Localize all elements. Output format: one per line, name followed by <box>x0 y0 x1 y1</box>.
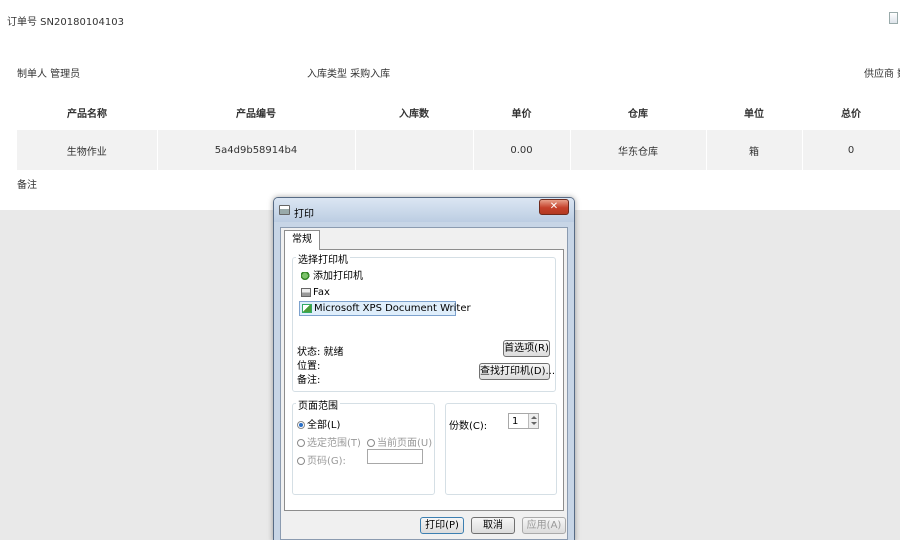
range-current-radio[interactable]: 当前页面(U) <box>367 434 432 449</box>
chevron-up-icon[interactable] <box>531 416 537 419</box>
column-header-product-code: 产品编号 <box>157 95 355 130</box>
printer-item-add[interactable]: 添加打印机 <box>301 270 363 285</box>
column-header-total: 总价 <box>802 95 900 130</box>
fax-icon <box>301 287 311 297</box>
find-printer-button[interactable]: 查找打印机(D)... <box>479 363 555 380</box>
column-header-unit: 单位 <box>706 95 802 130</box>
printer-icon <box>279 205 290 215</box>
copies-label: 份数(C): <box>449 421 488 432</box>
chevron-down-icon[interactable] <box>531 422 537 425</box>
order-page: 订单号 SN20180104103 制单人 管理员 入库类型 采购入库 供应商 … <box>0 0 900 210</box>
table-row: 生物作业 5a4d9b58914b4 0.00 华东仓库 箱 0 <box>17 130 900 170</box>
copies-group: 份数(C): 1 <box>445 403 557 495</box>
cancel-button[interactable]: 取消 <box>471 517 515 534</box>
range-all-radio[interactable]: 全部(L) <box>297 416 340 431</box>
printer-item-label: Fax <box>313 287 330 298</box>
spin-buttons[interactable] <box>528 414 538 428</box>
print-dialog: 打印 ✕ 常规 选择打印机 添加打印机 Fax Microsoft XPS Do… <box>273 197 575 540</box>
printer-comment: 备注: <box>297 375 321 386</box>
column-header-product-name: 产品名称 <box>17 95 157 130</box>
radio-checked-icon <box>297 421 305 429</box>
pages-input[interactable] <box>367 449 423 464</box>
radio-label: 当前页面(U) <box>377 438 433 449</box>
column-header-quantity: 入库数 <box>355 95 473 130</box>
product-table: 产品名称 产品编号 入库数 单价 仓库 单位 总价 生物作业 5a4d9b589… <box>17 95 900 170</box>
radio-icon <box>297 439 305 447</box>
cell-quantity <box>355 130 474 170</box>
close-button[interactable]: ✕ <box>539 199 569 215</box>
printer-status: 状态: 就绪 <box>297 347 344 358</box>
radio-label: 选定范围(T) <box>307 438 361 449</box>
radio-icon <box>297 457 305 465</box>
order-number: 订单号 SN20180104103 <box>7 17 124 28</box>
radio-label: 全部(L) <box>307 420 341 431</box>
maker-label: 制单人 管理员 <box>17 69 81 80</box>
cell-total: 0 <box>802 130 900 170</box>
inbound-type-label: 入库类型 采购入库 <box>307 69 391 80</box>
page-range-label: 页面范围 <box>296 397 340 412</box>
cell-product-code: 5a4d9b58914b4 <box>157 130 356 170</box>
copies-value: 1 <box>512 416 519 427</box>
page-range-group: 页面范围 全部(L) 选定范围(T) 当前页面(U) 页码(G): <box>292 397 435 495</box>
add-printer-icon <box>301 271 311 281</box>
copies-stepper[interactable]: 1 <box>508 413 539 429</box>
general-tab-panel: 选择打印机 添加打印机 Fax Microsoft XPS Document W… <box>284 249 564 511</box>
preferences-button[interactable]: 首选项(R) <box>503 340 550 357</box>
cell-warehouse: 华东仓库 <box>570 130 707 170</box>
table-header-row: 产品名称 产品编号 入库数 单价 仓库 单位 总价 <box>17 95 900 130</box>
cell-unit: 箱 <box>706 130 803 170</box>
document-icon[interactable] <box>889 12 898 24</box>
apply-button[interactable]: 应用(A) <box>522 517 566 534</box>
tab-general[interactable]: 常规 <box>284 230 320 250</box>
radio-label: 页码(G): <box>307 456 346 467</box>
printer-location: 位置: <box>297 361 321 372</box>
column-header-warehouse: 仓库 <box>570 95 706 130</box>
supplier-label: 供应商 数 <box>864 69 900 80</box>
printer-item-label: Microsoft XPS Document Writer <box>314 303 471 314</box>
range-pages-radio[interactable]: 页码(G): <box>297 452 346 467</box>
printer-item-fax[interactable]: Fax <box>301 286 330 301</box>
xps-printer-icon <box>302 303 312 313</box>
remark-label: 备注 <box>17 180 37 191</box>
select-printer-label: 选择打印机 <box>296 251 350 266</box>
radio-icon <box>367 439 375 447</box>
print-button[interactable]: 打印(P) <box>420 517 464 534</box>
dialog-title: 打印 <box>294 209 314 220</box>
cell-product-name: 生物作业 <box>17 130 158 170</box>
column-header-unit-price: 单价 <box>473 95 570 130</box>
dialog-titlebar[interactable]: 打印 ✕ <box>274 198 574 222</box>
range-selection-radio[interactable]: 选定范围(T) <box>297 434 361 449</box>
printer-item-xps[interactable]: Microsoft XPS Document Writer <box>299 301 471 316</box>
dialog-body: 常规 选择打印机 添加打印机 Fax Microsoft XPS Documen… <box>280 227 568 540</box>
printer-item-label: 添加打印机 <box>313 271 363 282</box>
select-printer-group: 选择打印机 添加打印机 Fax Microsoft XPS Document W… <box>292 251 556 392</box>
cell-unit-price: 0.00 <box>473 130 571 170</box>
